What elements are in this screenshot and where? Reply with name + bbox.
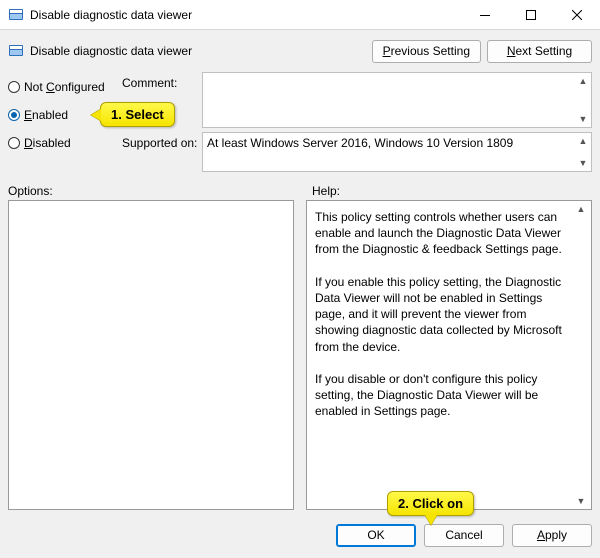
- radio-icon: [8, 81, 20, 93]
- comment-field[interactable]: ▲ ▼: [202, 72, 592, 128]
- maximize-button[interactable]: [508, 0, 554, 30]
- previous-setting-button[interactable]: Previous Setting: [372, 40, 481, 63]
- next-setting-button[interactable]: Next Setting: [487, 40, 592, 63]
- policy-title: Disable diagnostic data viewer: [30, 44, 366, 58]
- options-label: Options:: [8, 184, 300, 200]
- radio-icon: [8, 137, 20, 149]
- minimize-button[interactable]: [462, 0, 508, 30]
- scroll-down-icon[interactable]: ▼: [576, 156, 590, 170]
- scroll-up-icon[interactable]: ▲: [576, 74, 590, 88]
- supported-on-field: At least Windows Server 2016, Windows 10…: [202, 132, 592, 172]
- options-panel: [8, 200, 294, 510]
- radio-enabled[interactable]: Enabled: [8, 106, 118, 124]
- scroll-up-icon[interactable]: ▲: [574, 202, 588, 216]
- app-icon: [8, 7, 24, 23]
- comment-label: Comment:: [122, 72, 202, 90]
- help-text: This policy setting controls whether use…: [307, 201, 591, 509]
- scroll-up-icon[interactable]: ▲: [576, 134, 590, 148]
- apply-button[interactable]: Apply: [512, 524, 592, 547]
- window-title: Disable diagnostic data viewer: [30, 8, 462, 22]
- supported-on-label: Supported on:: [122, 132, 202, 150]
- radio-disabled[interactable]: Disabled: [8, 134, 118, 152]
- policy-icon: [8, 43, 24, 59]
- header-row: Disable diagnostic data viewer Previous …: [8, 38, 592, 64]
- dialog-footer: OK Cancel Apply: [8, 510, 592, 550]
- scroll-down-icon[interactable]: ▼: [576, 112, 590, 126]
- help-panel: This policy setting controls whether use…: [306, 200, 592, 510]
- ok-button[interactable]: OK: [336, 524, 416, 547]
- radio-icon: [8, 109, 20, 121]
- help-label: Help:: [300, 184, 592, 200]
- radio-not-configured[interactable]: Not Configured: [8, 78, 118, 96]
- supported-on-value: At least Windows Server 2016, Windows 10…: [207, 136, 513, 150]
- cancel-button[interactable]: Cancel: [424, 524, 504, 547]
- close-button[interactable]: [554, 0, 600, 30]
- scroll-down-icon[interactable]: ▼: [574, 494, 588, 508]
- title-bar: Disable diagnostic data viewer: [0, 0, 600, 30]
